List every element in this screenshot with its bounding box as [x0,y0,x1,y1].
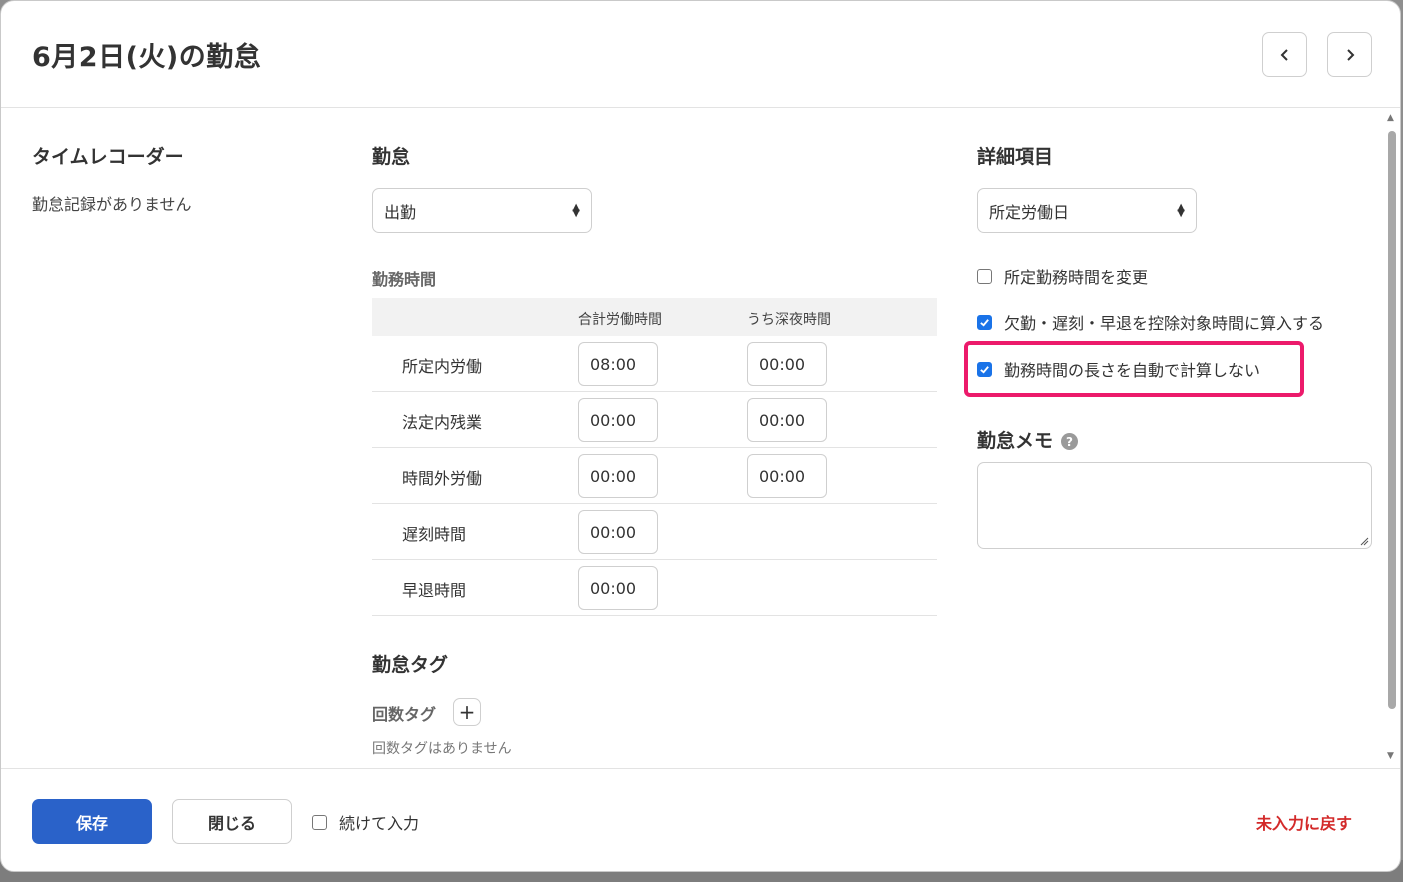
workday-type-select[interactable]: 所定労働日 ▲ ▼ [977,188,1197,233]
night-time-input[interactable]: 00:00 [747,398,827,442]
total-time-input[interactable]: 00:00 [578,510,658,554]
deduction-checkbox[interactable] [977,314,992,330]
help-icon[interactable]: ? [1061,433,1079,450]
row-label: 時間外労働 [402,469,483,488]
chevron-left-icon [1280,48,1288,61]
work-time-table: 合計労働時間 うち深夜時間 所定内労働 08:00 00:00 法定内残業 00… [372,298,937,616]
select-arrows-icon: ▲ ▼ [1177,201,1185,219]
select-arrows-icon: ▲ ▼ [572,201,580,219]
total-time-input[interactable]: 00:00 [578,398,658,442]
attendance-type-select[interactable]: 出勤 ▲ ▼ [372,188,592,233]
continue-input-option[interactable]: 続けて入力 [312,810,419,834]
work-time-title: 勤務時間 [372,270,437,289]
previous-day-button[interactable] [1262,32,1307,77]
table-row: 早退時間 00:00 [372,560,937,616]
continue-input-label: 続けて入力 [339,814,420,833]
scroll-down-icon[interactable]: ▼ [1387,751,1394,761]
row-label: 所定内労働 [402,357,483,376]
change-scheduled-time-option[interactable]: 所定勤務時間を変更 [977,264,1148,288]
scrollbar[interactable]: ▲ ▼ [1385,113,1399,765]
total-time-input[interactable]: 08:00 [578,342,658,386]
highlight-annotation [964,341,1304,397]
continue-input-checkbox[interactable] [312,814,327,830]
column-header-total: 合計労働時間 [578,312,662,328]
memo-title: 勤怠メモ [977,430,1054,452]
attendance-type-value: 出勤 [384,202,417,222]
table-row: 遅刻時間 00:00 [372,504,937,560]
night-time-input[interactable]: 00:00 [747,454,827,498]
checkbox-label: 欠勤・遅刻・早退を控除対象時間に算入する [1004,314,1325,333]
row-label: 法定内残業 [402,413,483,432]
column-header-night: うち深夜時間 [747,312,831,328]
deduction-option[interactable]: 欠勤・遅刻・早退を控除対象時間に算入する [977,310,1324,334]
save-button[interactable]: 保存 [32,799,152,844]
row-label: 遅刻時間 [402,525,467,544]
count-tag-label: 回数タグ [372,705,437,724]
modal-body: タイムレコーダー 勤怠記録がありません 勤怠 出勤 ▲ ▼ 勤務時間 合計労働時間… [1,109,1400,767]
plus-icon: + [458,700,476,724]
memo-title-row: 勤怠メモ? [977,426,1079,453]
page-title: 6月2日(火)の勤怠 [32,42,262,73]
chevron-right-icon [1346,48,1354,61]
table-row: 法定内残業 00:00 00:00 [372,392,937,448]
resize-grip-icon[interactable] [1360,537,1369,546]
details-title: 詳細項目 [977,146,1054,168]
attendance-title: 勤怠 [372,146,411,168]
row-label: 早退時間 [402,581,467,600]
add-count-tag-button[interactable]: + [453,698,481,726]
scroll-thumb[interactable] [1388,131,1396,709]
scroll-up-icon[interactable]: ▲ [1387,113,1394,123]
total-time-input[interactable]: 00:00 [578,454,658,498]
table-header: 合計労働時間 うち深夜時間 [372,298,937,336]
count-tag-empty-text: 回数タグはありません [372,741,512,757]
change-scheduled-time-checkbox[interactable] [977,268,992,284]
total-time-input[interactable]: 00:00 [578,566,658,610]
modal-header: 6月2日(火)の勤怠 [1,1,1400,108]
checkmark-icon [980,318,989,327]
table-row: 時間外労働 00:00 00:00 [372,448,937,504]
next-day-button[interactable] [1327,32,1372,77]
timerecorder-title: タイムレコーダー [32,146,184,168]
night-time-input[interactable]: 00:00 [747,342,827,386]
table-row: 所定内労働 08:00 00:00 [372,336,937,392]
checkbox-label: 所定勤務時間を変更 [1004,268,1149,287]
modal-footer: 保存 閉じる 続けて入力 未入力に戻す [1,768,1400,871]
workday-type-value: 所定労働日 [989,202,1070,222]
reset-to-empty-link[interactable]: 未入力に戻す [1256,810,1352,834]
memo-textarea[interactable] [977,462,1372,549]
timerecorder-empty-text: 勤怠記録がありません [32,195,192,214]
close-button[interactable]: 閉じる [172,799,292,844]
attendance-modal: 6月2日(火)の勤怠 タイムレコーダー 勤怠記録がありません 勤怠 出勤 ▲ ▼ … [0,0,1401,872]
tag-title: 勤怠タグ [372,654,449,676]
